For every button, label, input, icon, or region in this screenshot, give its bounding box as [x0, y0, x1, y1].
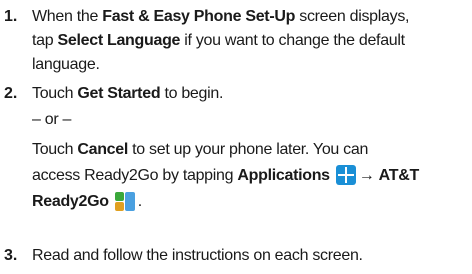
- text: language.: [32, 56, 100, 73]
- arrow-icon: →: [358, 167, 375, 184]
- step-number: 3.: [4, 247, 18, 264]
- or-separator: – or –: [32, 111, 72, 128]
- option-name: Select Language: [57, 32, 181, 49]
- step-number: 2.: [4, 85, 18, 102]
- step-2-line-1: Touch Get Started to begin.: [32, 82, 223, 106]
- screen-name: Fast & Easy Phone Set-Up: [102, 8, 296, 25]
- text: access Ready2Go by tapping: [32, 167, 238, 184]
- text: to set up your phone later. You can: [128, 141, 369, 158]
- text: .: [137, 193, 142, 210]
- step-2-line-3: Touch Cancel to set up your phone later.…: [32, 138, 368, 162]
- text: Touch: [32, 85, 78, 102]
- button-name: Get Started: [77, 85, 161, 102]
- step-2-line-4: access Ready2Go by tapping Applications →…: [32, 164, 419, 188]
- step-number: 1.: [4, 8, 18, 25]
- step-1-line-2: tap Select Language if you want to chang…: [32, 29, 405, 53]
- text: screen displays,: [295, 8, 410, 25]
- step-3-text: Read and follow the instructions on each…: [32, 247, 363, 264]
- text: if you want to change the default: [180, 32, 405, 49]
- app-name: AT&T: [378, 167, 420, 184]
- step-1-line-3: language.: [32, 53, 100, 77]
- menu-name: Applications: [237, 167, 330, 184]
- instruction-document: 1. When the Fast & Easy Phone Set-Up scr…: [0, 0, 472, 274]
- button-name: Cancel: [77, 141, 129, 158]
- applications-grid-icon: [335, 165, 356, 185]
- app-name: Ready2Go: [32, 193, 109, 210]
- step-1-line-1: When the Fast & Easy Phone Set-Up screen…: [32, 5, 409, 29]
- step-2-line-5: Ready2Go.: [32, 190, 142, 214]
- ready2go-app-icon: [114, 191, 135, 211]
- text: When the: [32, 8, 103, 25]
- text: tap: [32, 32, 58, 49]
- text: Touch: [32, 141, 78, 158]
- text: to begin.: [160, 85, 224, 102]
